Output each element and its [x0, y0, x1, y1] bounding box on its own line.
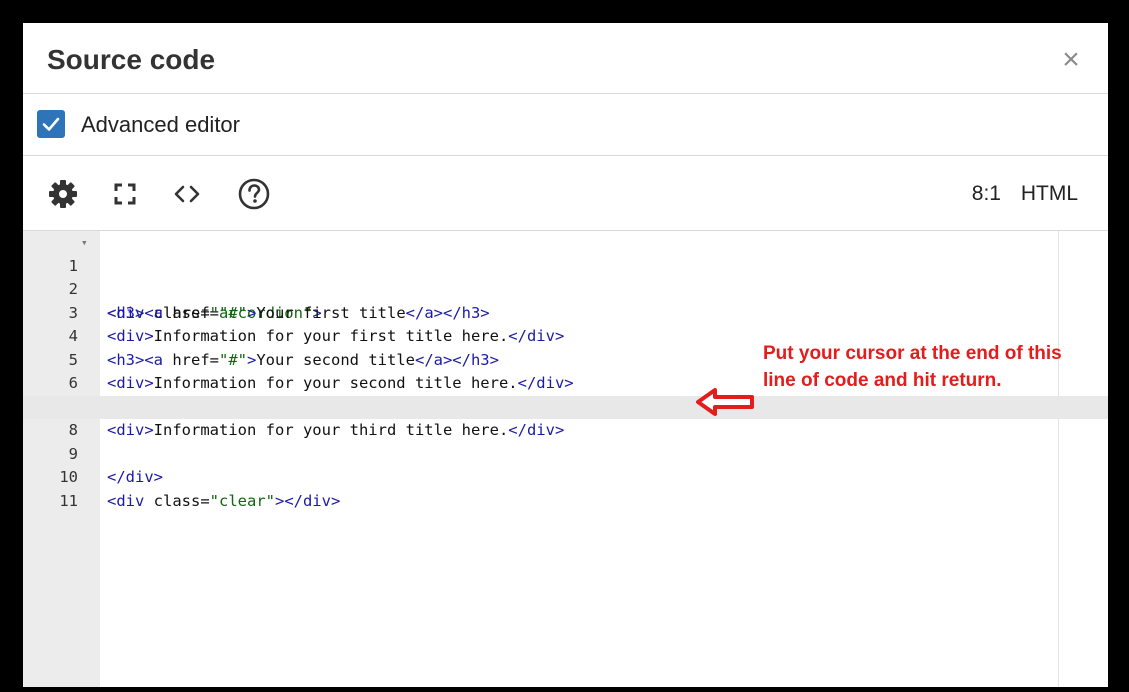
code-text: <div class="clear"></div>: [107, 491, 341, 510]
editor-options: Advanced editor: [23, 94, 1108, 156]
code-line[interactable]: 2 <h3><a href="#">Your first title</a></…: [23, 255, 1108, 322]
source-code-dialog: Source code × Advanced editor 8:1 HTML 1…: [23, 23, 1108, 687]
close-button[interactable]: ×: [1056, 45, 1086, 75]
annotation-arrow-icon: [696, 388, 754, 416]
annotation-callout: Put your cursor at the end of this line …: [763, 340, 1108, 394]
code-line[interactable]: 1 ▾ <div class="accordion">: [23, 231, 1108, 322]
editor-mode: HTML: [1020, 182, 1078, 205]
code-line[interactable]: 11: [23, 466, 1108, 510]
dialog-title: Source code: [47, 44, 216, 75]
cursor-position: 8:1: [971, 182, 1001, 205]
line-number: 11: [59, 491, 78, 510]
editor-toolbar: 8:1 HTML: [23, 156, 1108, 231]
fullscreen-icon: [114, 183, 136, 205]
annotation-line-2: line of code and hit return.: [763, 370, 1002, 391]
checkmark-icon: [42, 117, 60, 131]
help-button[interactable]: [236, 176, 272, 212]
code-editor[interactable]: 1 ▾ <div class="accordion"> 2 <h3><a hre…: [23, 231, 1108, 687]
settings-button[interactable]: [45, 176, 81, 212]
code-line-active[interactable]: 8: [23, 395, 1108, 439]
close-icon: ×: [1062, 43, 1080, 76]
editor-status: 8:1 HTML: [972, 181, 1078, 207]
help-icon: [238, 178, 270, 210]
code-line[interactable]: 10 <div class="clear"></div>: [23, 443, 1108, 510]
code-line[interactable]: 3 <div>Information for your first title …: [23, 278, 1108, 346]
annotation-line-1: Put your cursor at the end of this: [763, 343, 1062, 364]
fullscreen-button[interactable]: [107, 176, 143, 212]
gear-icon: [49, 180, 77, 208]
code-icon: [174, 185, 200, 203]
code-line[interactable]: 4 <h3><a href="#">Your second title</a><…: [23, 302, 1108, 369]
code-line[interactable]: 9 </div>: [23, 419, 1108, 487]
fold-toggle-icon[interactable]: ▾: [81, 231, 88, 255]
advanced-editor-label[interactable]: Advanced editor: [81, 112, 240, 138]
advanced-editor-checkbox[interactable]: [37, 110, 65, 138]
source-view-button[interactable]: [169, 176, 205, 212]
dialog-header: Source code ×: [23, 23, 1108, 94]
